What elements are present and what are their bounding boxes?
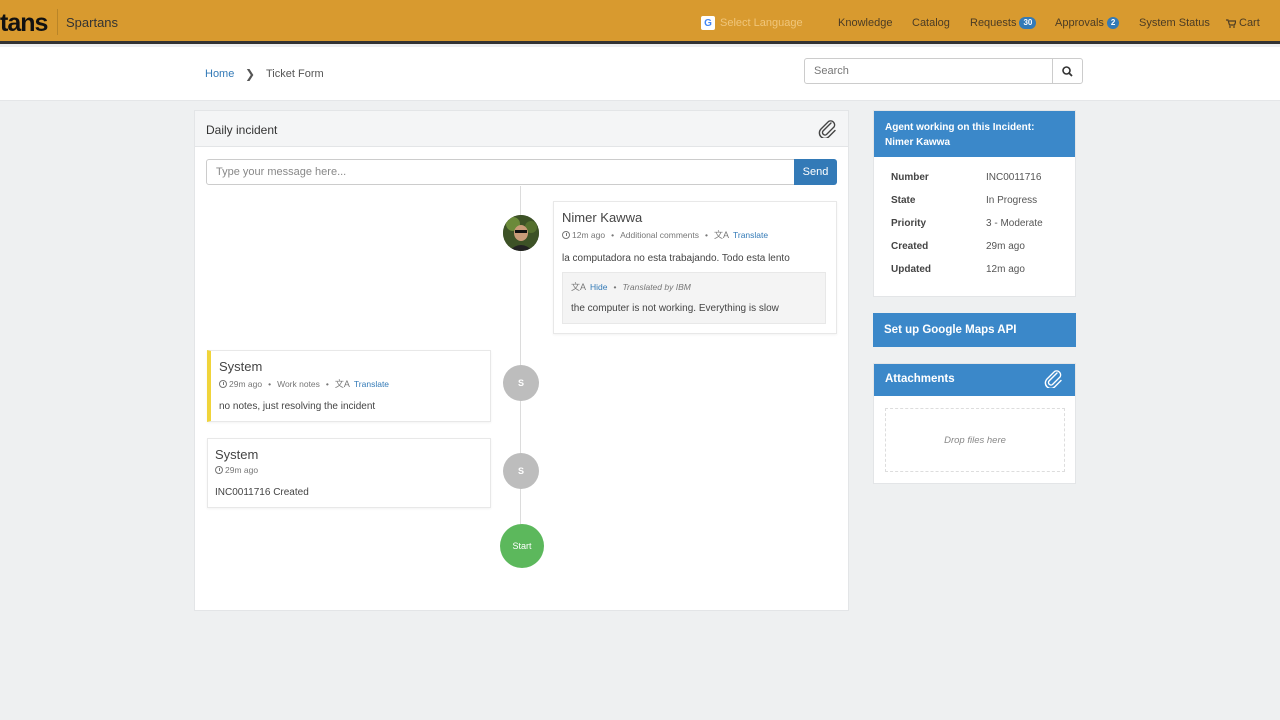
translation-text: the computer is not working. Everything … <box>571 303 779 314</box>
translate-link[interactable]: Translate <box>354 379 389 389</box>
attachments-title: Attachments <box>885 373 955 385</box>
entry-type: Work notes <box>277 378 320 389</box>
user-photo <box>503 215 539 251</box>
timeline-entry-comment: Nimer Kawwa 12m ago • Additional comment… <box>553 201 837 334</box>
search-icon <box>1062 65 1073 77</box>
translate-icon: 文A <box>713 230 729 240</box>
system-node: S <box>503 453 539 489</box>
entry-meta: 29m ago • Work notes • 文A Translate <box>219 377 389 390</box>
entry-author: Nimer Kawwa <box>562 210 643 225</box>
info-label: Number <box>891 172 929 183</box>
info-value: In Progress <box>986 195 1038 206</box>
breadcrumb-home-link[interactable]: Home <box>205 68 234 80</box>
nav-catalog[interactable]: Catalog <box>912 17 950 29</box>
entry-author: System <box>215 447 259 462</box>
clock-icon <box>215 466 223 474</box>
paperclip-icon[interactable] <box>1044 370 1064 388</box>
timeline-start-node: Start <box>500 524 544 568</box>
entry-header: System 29m ago <box>215 447 258 475</box>
entry-text: no notes, just resolving the incident <box>219 401 376 412</box>
ticket-title: Daily incident <box>206 123 278 137</box>
separator-dot: • <box>704 229 708 240</box>
translated-by: Translated by IBM <box>622 281 691 292</box>
google-maps-setup-button[interactable]: Set up Google Maps API <box>873 313 1076 347</box>
entry-type: Additional comments <box>620 229 699 240</box>
agent-name: Nimer Kawwa <box>885 137 951 148</box>
translate-link[interactable]: Translate <box>733 230 768 240</box>
info-label: Priority <box>891 218 927 229</box>
panel-header: Daily incident <box>195 111 848 147</box>
nav-cart[interactable]: Cart <box>1226 17 1260 29</box>
search-button[interactable] <box>1052 58 1083 84</box>
send-button[interactable]: Send <box>794 159 837 185</box>
separator-dot: • <box>325 378 329 389</box>
nav-requests[interactable]: Requests 30 <box>970 17 1037 29</box>
entry-text: INC0011716 Created <box>215 487 309 498</box>
nav-requests-label: Requests <box>970 17 1017 29</box>
info-label: Updated <box>891 264 931 275</box>
requests-count-badge: 30 <box>1019 17 1037 29</box>
nav-system-status[interactable]: System Status <box>1139 17 1210 29</box>
entry-time: 29m ago <box>229 378 263 389</box>
language-label: Select Language <box>720 17 803 29</box>
entry-meta: 29m ago <box>215 465 258 475</box>
entry-header: System 29m ago • Work notes • 文A Transla… <box>219 359 389 390</box>
brand-divider <box>57 9 58 35</box>
info-value: 3 - Moderate <box>986 218 1043 229</box>
info-label: State <box>891 195 916 206</box>
entry-time: 12m ago <box>572 229 606 240</box>
clock-icon <box>219 379 227 388</box>
brand-logo[interactable]: tans <box>0 9 48 37</box>
translation-box: 文A Hide • Translated by IBM the computer… <box>562 272 826 324</box>
clock-icon <box>562 230 570 239</box>
info-value: INC0011716 <box>986 172 1042 183</box>
paperclip-icon[interactable] <box>818 120 838 138</box>
nav-cart-label: Cart <box>1239 17 1260 29</box>
attachments-panel: Attachments Drop files here <box>873 363 1076 484</box>
entry-time: 29m ago <box>225 465 259 475</box>
translate-icon: 文A <box>334 379 350 389</box>
nav-system-status-label: System Status <box>1139 17 1210 29</box>
chevron-right-icon: ❯ <box>245 67 256 81</box>
nav-knowledge[interactable]: Knowledge <box>838 17 892 29</box>
message-input[interactable] <box>206 159 795 185</box>
nav-approvals[interactable]: Approvals 2 <box>1055 17 1120 29</box>
agent-info-panel: Agent working on this Incident: Nimer Ka… <box>873 110 1076 297</box>
nav-knowledge-label: Knowledge <box>838 17 893 29</box>
timeline-entry-created: System 29m ago INC0011716 Created <box>207 438 491 508</box>
file-dropzone[interactable]: Drop files here <box>885 408 1065 472</box>
nav-approvals-label: Approvals <box>1055 17 1104 29</box>
separator-dot: • <box>611 229 615 240</box>
translate-icon: 文A <box>571 282 587 292</box>
avatar[interactable] <box>503 215 539 251</box>
language-selector[interactable]: G Select Language <box>701 16 803 30</box>
info-value: 29m ago <box>986 241 1025 252</box>
ticket-panel: Daily incident Send Nimer Kawwa 12m ago … <box>194 110 849 611</box>
info-value: 12m ago <box>986 264 1025 275</box>
nav-catalog-label: Catalog <box>912 17 950 29</box>
breadcrumb-current: Ticket Form <box>266 68 324 80</box>
timeline-entry-work-note: System 29m ago • Work notes • 文A Transla… <box>207 350 491 422</box>
agent-header: Agent working on this Incident: Nimer Ka… <box>874 111 1075 157</box>
entry-header: Nimer Kawwa 12m ago • Additional comment… <box>562 210 768 241</box>
attachments-header: Attachments <box>874 364 1075 396</box>
entry-meta: 12m ago • Additional comments • 文A Trans… <box>562 228 768 241</box>
info-label: Created <box>891 241 929 252</box>
separator-dot: • <box>268 378 272 389</box>
hide-translation-link[interactable]: Hide <box>590 282 607 292</box>
breadcrumb-bar: Home ❯ Ticket Form <box>0 47 1280 101</box>
entry-author: System <box>219 359 263 374</box>
translation-meta: 文A Hide • Translated by IBM <box>571 280 691 293</box>
search-input[interactable] <box>804 58 1053 84</box>
cart-icon <box>1226 18 1236 28</box>
separator-dot: • <box>613 281 617 292</box>
portal-name[interactable]: Spartans <box>66 15 118 30</box>
agent-heading: Agent working on this Incident: <box>885 122 1035 133</box>
approvals-count-badge: 2 <box>1106 17 1120 29</box>
top-navbar: tans Spartans G Select Language Knowledg… <box>0 0 1280 44</box>
google-icon: G <box>701 16 715 30</box>
entry-text: la computadora no esta trabajando. Todo … <box>562 253 790 264</box>
system-node: S <box>503 365 539 401</box>
